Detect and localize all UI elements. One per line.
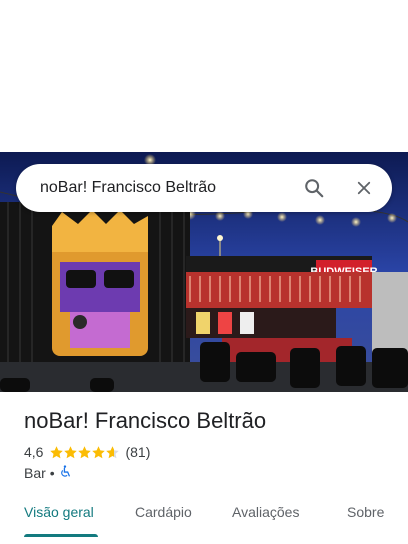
star-icon (64, 445, 78, 458)
star-icon (50, 445, 64, 458)
place-tabs: Visão geral Cardápio Avaliações Sobre (0, 496, 408, 537)
tab-reviews[interactable]: Avaliações (232, 504, 299, 520)
star-icon (92, 445, 106, 458)
tab-overview[interactable]: Visão geral (24, 504, 94, 520)
category-row: Bar • (24, 465, 72, 481)
star-icon (78, 445, 92, 458)
place-title: noBar! Francisco Beltrão (24, 408, 267, 433)
search-icon[interactable] (302, 176, 326, 200)
rating-row[interactable]: 4,6 (81) (24, 444, 150, 460)
place-category: Bar (24, 465, 46, 481)
tab-menu[interactable]: Cardápio (135, 504, 192, 520)
search-input[interactable]: noBar! Francisco Beltrão (40, 179, 302, 197)
separator-dot: • (49, 465, 55, 481)
review-count[interactable]: (81) (125, 444, 150, 460)
half-star-icon (106, 445, 120, 458)
rating-value: 4,6 (24, 444, 44, 460)
tab-about[interactable]: Sobre (347, 504, 384, 520)
wheelchair-icon (59, 465, 72, 481)
search-bar[interactable]: noBar! Francisco Beltrão (16, 164, 392, 212)
active-tab-indicator (24, 534, 98, 537)
close-icon[interactable] (352, 176, 376, 200)
rating-stars (49, 445, 120, 460)
